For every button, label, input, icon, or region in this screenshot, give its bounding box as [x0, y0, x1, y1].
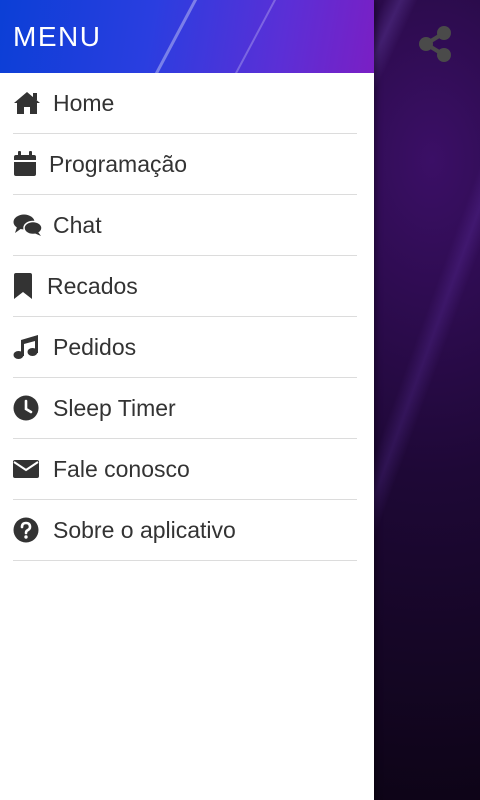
menu-title: MENU — [13, 21, 102, 52]
share-icon — [417, 25, 453, 68]
menu-item-chat[interactable]: Chat — [13, 195, 357, 256]
menu-item-recados[interactable]: Recados — [13, 256, 357, 317]
menu-item-label: Chat — [53, 211, 102, 238]
clock-icon — [13, 394, 45, 422]
menu-item-label: Fale conosco — [53, 455, 190, 482]
menu-list: Home Programação Chat Recados Pedidos Sl… — [0, 73, 374, 561]
envelope-icon — [13, 455, 45, 483]
menu-item-label: Home — [53, 89, 115, 116]
question-circle-icon — [13, 516, 45, 544]
home-icon — [13, 89, 45, 117]
menu-item-fale-conosco[interactable]: Fale conosco — [13, 439, 357, 500]
menu-item-label: Programação — [49, 150, 188, 177]
menu-item-programacao[interactable]: Programação — [13, 134, 357, 195]
share-button[interactable] — [413, 24, 457, 68]
menu-item-label: Recados — [47, 272, 138, 299]
menu-item-label: Pedidos — [53, 333, 137, 360]
menu-item-label: Sleep Timer — [53, 394, 176, 421]
music-note-icon — [13, 333, 45, 361]
menu-item-sleep-timer[interactable]: Sleep Timer — [13, 378, 357, 439]
menu-item-label: Sobre o aplicativo — [53, 516, 236, 543]
chat-icon — [13, 211, 45, 239]
menu-item-sobre[interactable]: Sobre o aplicativo — [13, 500, 357, 561]
drawer-header: MENU — [0, 0, 374, 73]
navigation-drawer: MENU Home Programação Chat Recados Pedid… — [0, 0, 374, 800]
calendar-icon — [13, 150, 41, 178]
menu-item-pedidos[interactable]: Pedidos — [13, 317, 357, 378]
bookmark-icon — [13, 272, 39, 300]
menu-item-home[interactable]: Home — [13, 73, 357, 134]
